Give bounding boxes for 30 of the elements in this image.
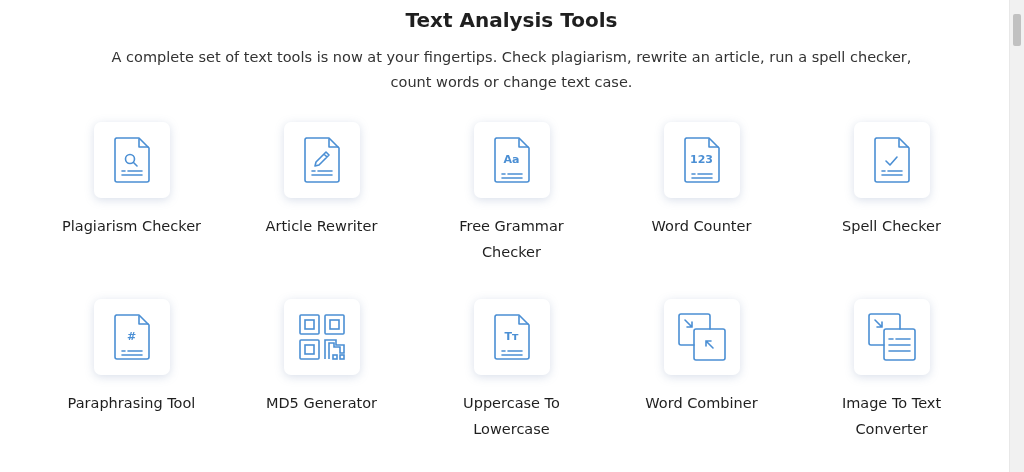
tool-link[interactable]: MD5 Generator: [246, 390, 397, 416]
tool-card[interactable]: [853, 299, 930, 375]
tool-card[interactable]: [283, 122, 360, 198]
document-icon: Tт: [491, 313, 532, 361]
tool-link[interactable]: Paraphrasing Tool: [56, 390, 207, 416]
intro-paragraph: A complete set of text tools is now at your fingertips. Check plagiarism, rewrite an article, run a spell checker, count words or change text case.: [110, 48, 913, 92]
document-icon: 123: [681, 136, 722, 184]
image-to-text-icon: [866, 312, 917, 362]
tool-link[interactable]: Image To Text Converter: [816, 390, 967, 442]
tool-card[interactable]: [853, 122, 930, 198]
tool-link[interactable]: Article Rewriter: [246, 213, 397, 239]
tool-link[interactable]: Word Counter: [626, 213, 777, 239]
check-document-icon: [871, 136, 912, 184]
scrollbar[interactable]: [1009, 0, 1024, 472]
tool-link[interactable]: Plagiarism Checker: [56, 213, 207, 239]
search-document-icon: [111, 136, 152, 184]
qr-code-icon: [297, 313, 346, 361]
scrollbar-thumb[interactable]: [1013, 14, 1021, 46]
tool-card[interactable]: [283, 299, 360, 375]
tool-card[interactable]: [663, 299, 740, 375]
document-icon: #: [111, 313, 152, 361]
tool-link[interactable]: Uppercase To Lowercase: [436, 390, 587, 442]
pencil-document-icon: [301, 136, 342, 184]
overlapping-squares-icon: [676, 312, 727, 362]
tool-link[interactable]: Word Combiner: [626, 390, 777, 416]
tool-link[interactable]: Free Grammar Checker: [436, 213, 587, 265]
tool-card[interactable]: [93, 122, 170, 198]
section-title: Text Analysis Tools: [405, 7, 618, 34]
tool-link[interactable]: Spell Checker: [816, 213, 967, 239]
document-icon: Aa: [491, 136, 532, 184]
